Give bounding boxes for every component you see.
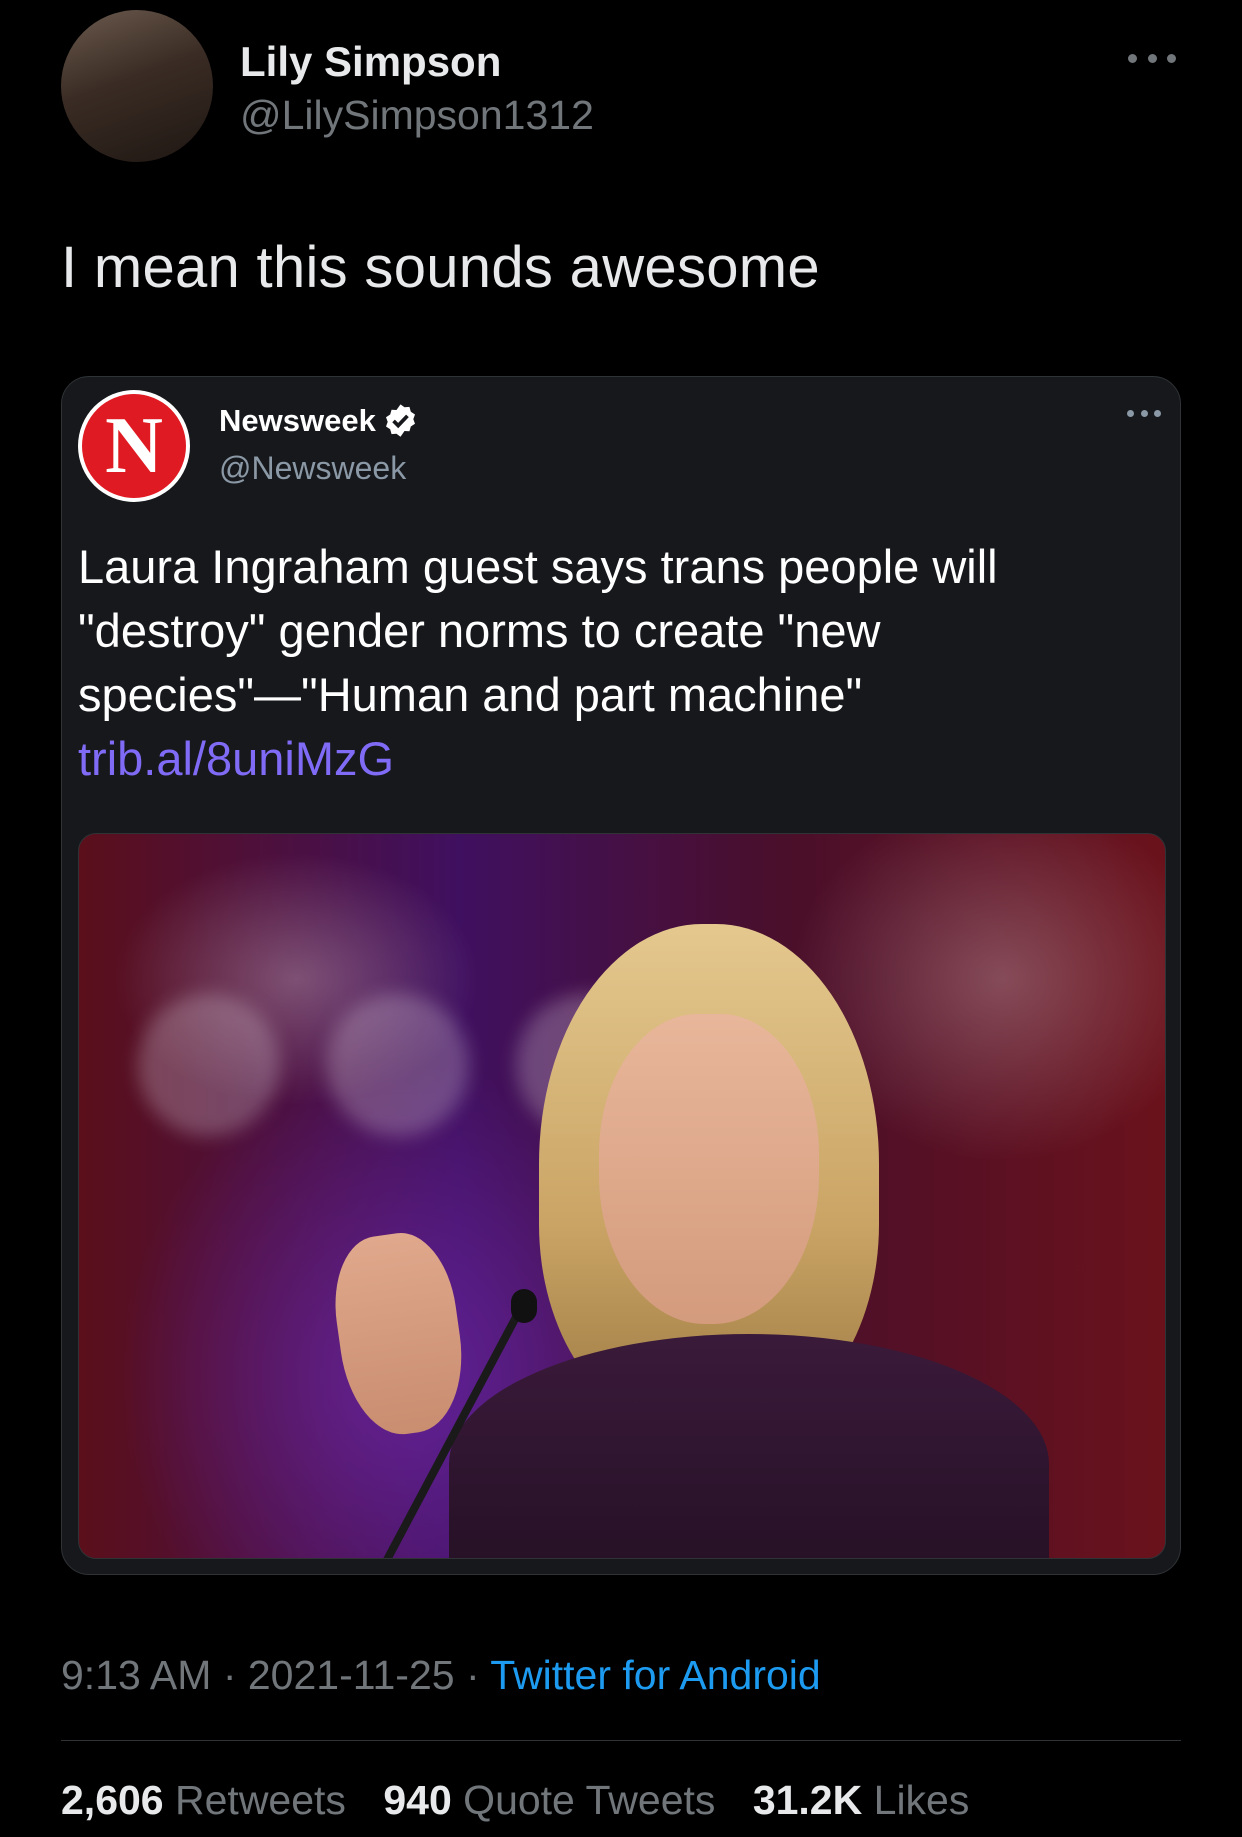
photo-person-hand — [325, 1226, 473, 1442]
likes-label: Likes — [873, 1777, 970, 1823]
tweet-text: I mean this sounds awesome — [61, 235, 820, 300]
quote-tweets-label: Quote Tweets — [463, 1777, 716, 1823]
photo-person-face — [599, 1014, 819, 1324]
microphone-head — [511, 1289, 537, 1323]
tweet-meta: 9:13 AM · 2021-11-25 · Twitter for Andro… — [61, 1652, 821, 1699]
engagement-stats: 2,606 Retweets 940 Quote Tweets 31.2K Li… — [61, 1777, 995, 1824]
meta-separator: · — [454, 1652, 491, 1698]
tweet-detail: Lily Simpson @LilySimpson1312 I mean thi… — [0, 0, 1242, 1837]
quoted-tweet-photo[interactable]: ●●● — [78, 833, 1166, 1559]
quoted-more-options-icon[interactable] — [1127, 407, 1161, 419]
newsweek-logo[interactable]: N — [78, 390, 190, 502]
author-handle[interactable]: @LilySimpson1312 — [240, 92, 594, 139]
quote-tweets-count: 940 — [383, 1777, 452, 1823]
verified-badge-icon — [385, 404, 415, 437]
quoted-tweet-link[interactable]: trib.al/8uniMzG — [78, 732, 394, 785]
retweets-label: Retweets — [175, 1777, 346, 1823]
author-name[interactable]: Lily Simpson — [240, 38, 501, 86]
more-options-icon[interactable] — [1128, 38, 1176, 78]
photo-person-body — [449, 1334, 1049, 1558]
quoted-author-name-row: Newsweek — [219, 402, 419, 439]
quote-tweets-stat[interactable]: 940 Quote Tweets — [383, 1777, 715, 1823]
quoted-tweet-text: Laura Ingraham guest says trans people w… — [78, 540, 998, 721]
retweets-stat[interactable]: 2,606 Retweets — [61, 1777, 346, 1823]
tweet-time[interactable]: 9:13 AM — [61, 1652, 211, 1698]
tweet-date[interactable]: 2021-11-25 — [248, 1652, 455, 1698]
likes-stat[interactable]: 31.2K Likes — [753, 1777, 970, 1823]
quoted-author-handle[interactable]: @Newsweek — [219, 450, 406, 487]
tweet-source-link[interactable]: Twitter for Android — [490, 1652, 820, 1698]
retweets-count: 2,606 — [61, 1777, 164, 1823]
meta-separator: · — [211, 1652, 248, 1698]
author-avatar[interactable] — [61, 10, 213, 162]
likes-count: 31.2K — [752, 1777, 863, 1823]
newsweek-logo-letter: N — [82, 394, 186, 498]
quoted-tweet-card[interactable]: N Newsweek @Newsweek Laura Ingraham gues… — [61, 376, 1181, 1575]
quoted-tweet-text-block: Laura Ingraham guest says trans people w… — [78, 535, 1158, 791]
quoted-author-name[interactable]: Newsweek — [219, 403, 376, 439]
stats-divider — [61, 1740, 1181, 1741]
